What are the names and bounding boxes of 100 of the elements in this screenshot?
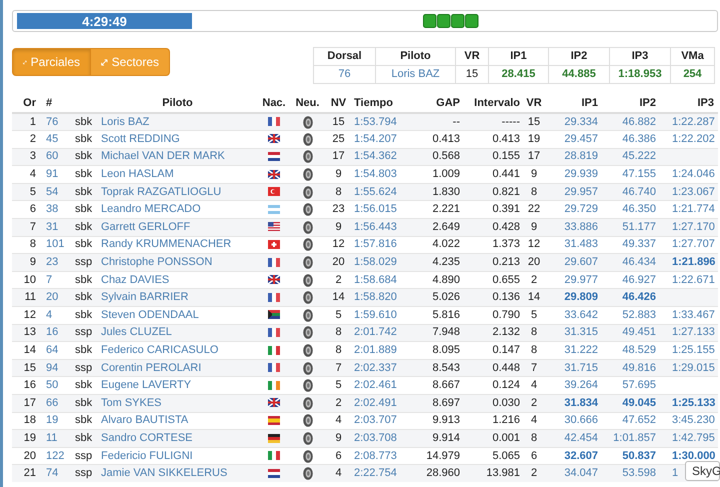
table-cell: 4.235 (410, 254, 460, 272)
rider-name[interactable]: Alvaro BAUTISTA (97, 412, 258, 430)
table-cell: 0.124 (460, 376, 520, 394)
table-cell: 1:56.015 (352, 200, 410, 219)
table-cell: 5 (12, 183, 40, 201)
table-cell: 11 (12, 288, 40, 307)
table-cell: 1.216 (460, 412, 520, 430)
table-cell: 22 (520, 200, 548, 219)
table-cell: 31 (40, 218, 70, 236)
table-cell: 5.026 (410, 288, 460, 307)
table-cell: ssp (70, 324, 97, 342)
table-cell: 17 (12, 394, 40, 412)
table-cell: 5 (325, 306, 352, 324)
rider-name[interactable]: Leon HASLAM (97, 166, 258, 184)
table-cell: 0.441 (460, 166, 520, 184)
table-cell: 2 (520, 394, 548, 412)
table-cell: 21 (12, 464, 40, 482)
table-cell: 1:56.443 (352, 218, 410, 236)
table-cell: 0.001 (460, 430, 520, 448)
table-cell: 57.695 (622, 379, 656, 392)
rider-name[interactable]: Sandro CORTESE (97, 430, 258, 448)
table-cell: 4.022 (410, 236, 460, 254)
table-cell: 4.890 (410, 271, 460, 289)
table-cell: ----- (460, 113, 520, 131)
table-cell: 0.136 (460, 288, 520, 307)
table-cell: 2:02.461 (352, 376, 410, 394)
signal-blocks-icon (423, 14, 479, 28)
table-cell: 15 (325, 113, 352, 131)
rider-name[interactable]: Federico CARICASULO (97, 342, 258, 360)
table-cell: sbk (70, 236, 97, 254)
rider-name[interactable]: Sylvain BARRIER (97, 288, 258, 307)
column-header: VR (520, 95, 548, 113)
table-cell: 0.413 (460, 130, 520, 148)
table-cell: 1:30.000 (672, 450, 716, 462)
table-cell: 1:33.467 (672, 308, 715, 321)
view-tab[interactable]: Sectores (91, 48, 170, 76)
table-cell: 3 (12, 148, 40, 166)
rider-name[interactable]: Toprak RAZGATLIOGLU (97, 183, 258, 201)
table-cell: 46.386 (622, 132, 656, 145)
table-cell: 8 (12, 236, 40, 254)
table-cell: 20 (40, 288, 70, 307)
column-header: Intervalo (460, 95, 520, 113)
table-cell: 6 (325, 447, 352, 465)
table-cell: 8 (520, 430, 548, 448)
table-cell: 20 (325, 254, 352, 272)
table-cell: 52.883 (622, 308, 656, 321)
table-cell: 8 (520, 324, 548, 342)
table-cell: 30.666 (564, 414, 598, 426)
table-cell: 1:27.707 (672, 238, 715, 250)
view-tab[interactable]: Parciales (12, 48, 91, 76)
table-cell: 8 (520, 183, 548, 201)
table-cell: 20 (12, 447, 40, 465)
table-cell: 29.809 (564, 291, 598, 304)
table-cell: sbk (70, 113, 97, 131)
table-cell: 1:58.820 (352, 288, 410, 307)
column-header: IP2 (548, 48, 610, 66)
rider-name[interactable]: Loris BAZ (97, 113, 258, 131)
rider-name[interactable]: Michael VAN DER MARK (97, 148, 258, 166)
table-cell: 2 (520, 464, 548, 482)
table-cell: 0.655 (460, 271, 520, 289)
table-cell: 17 (520, 148, 548, 166)
rider-name[interactable]: Garrett GERLOFF (97, 218, 258, 236)
rider-name[interactable]: Jamie VAN SIKKELERUS (97, 464, 258, 482)
column-header: Tiempo (352, 95, 410, 113)
table-cell: 2 (520, 271, 548, 289)
table-cell: 8.543 (410, 359, 460, 377)
table-cell: sbk (70, 218, 97, 236)
table-cell: 0.790 (460, 306, 520, 324)
table-cell: 29.607 (564, 256, 598, 268)
table-cell: 0.391 (460, 200, 520, 219)
table-cell: 9 (325, 166, 352, 184)
table-cell: 13 (12, 324, 40, 342)
table-cell: ssp (70, 254, 97, 272)
table-cell: 0.448 (460, 359, 520, 377)
table-cell: 4 (520, 412, 548, 430)
rider-name[interactable]: Jules CLUZEL (97, 324, 258, 342)
rider-name[interactable]: Corentin PEROLARI (97, 359, 258, 377)
rider-name[interactable]: Tom SYKES (97, 394, 258, 412)
rider-name[interactable]: Steven ODENDAAL (97, 306, 258, 324)
rider-name[interactable]: Christophe PONSSON (97, 254, 258, 272)
table-cell: 8 (325, 183, 352, 201)
rider-name[interactable]: Chaz DAVIES (97, 271, 258, 289)
table-cell: 76 (40, 113, 70, 131)
table-cell: 2.649 (410, 218, 460, 236)
table-cell: 13.981 (460, 464, 520, 482)
table-cell: 18 (12, 412, 40, 430)
column-header: GAP (410, 95, 460, 113)
table-cell: 33.886 (564, 220, 598, 233)
table-cell: 1:53.794 (352, 113, 410, 131)
rider-name[interactable]: Scott REDDING (97, 130, 258, 148)
rider-name[interactable]: Eugene LAVERTY (97, 376, 258, 394)
table-cell: 0.213 (460, 254, 520, 272)
rider-name[interactable]: Federicio FULIGNI (97, 447, 258, 465)
table-cell: 46.882 (622, 116, 656, 128)
column-header: Dorsal (314, 48, 376, 66)
tire-icon (302, 116, 312, 129)
table-cell: ssp (70, 464, 97, 482)
rider-name[interactable]: Leandro MERCADO (97, 200, 258, 219)
table-cell: 4 (520, 376, 548, 394)
rider-name[interactable]: Randy KRUMMENACHER (97, 236, 258, 254)
